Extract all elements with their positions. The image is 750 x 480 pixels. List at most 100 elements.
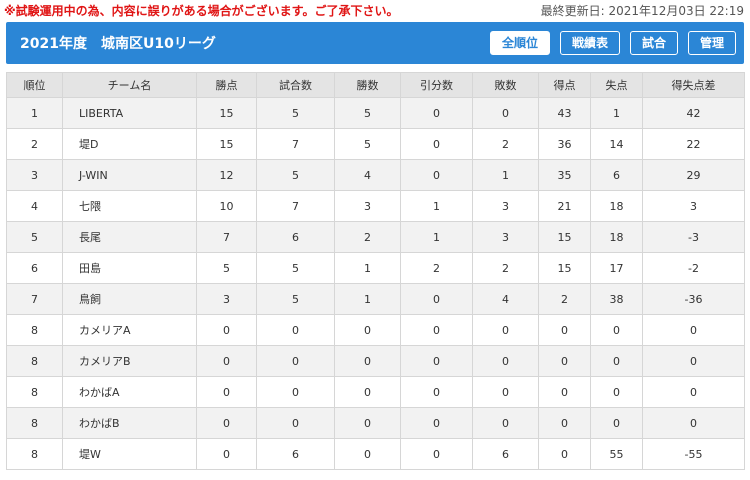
cell-goals-for: 0 xyxy=(538,345,591,377)
cell-goal-diff: 29 xyxy=(642,159,745,191)
cell-wins: 1 xyxy=(334,283,401,315)
table-row: 5 長尾 7 6 2 1 3 15 18 -3 xyxy=(6,221,745,253)
cell-points: 12 xyxy=(196,159,257,191)
table-row: 8 わかばA 0 0 0 0 0 0 0 0 xyxy=(6,376,745,408)
cell-wins: 1 xyxy=(334,252,401,284)
cell-points: 10 xyxy=(196,190,257,222)
cell-team: 鳥飼 xyxy=(62,283,197,315)
cell-points: 15 xyxy=(196,128,257,160)
last-updated: 最終更新日: 2021年12月03日 22:19 xyxy=(540,4,744,18)
cell-goals-against: 0 xyxy=(590,345,643,377)
cell-draws: 0 xyxy=(400,407,473,439)
cell-rank: 8 xyxy=(6,407,63,439)
cell-goal-diff: 22 xyxy=(642,128,745,160)
nav-buttons: 全順位 戦績表 試合 管理 xyxy=(489,31,736,55)
cell-losses: 4 xyxy=(472,283,539,315)
cell-wins: 3 xyxy=(334,190,401,222)
cell-goals-for: 0 xyxy=(538,438,591,470)
cell-rank: 1 xyxy=(6,97,63,129)
cell-played: 0 xyxy=(256,345,335,377)
cell-goal-diff: 0 xyxy=(642,407,745,439)
cell-draws: 0 xyxy=(400,128,473,160)
cell-played: 0 xyxy=(256,376,335,408)
cell-goal-diff: 0 xyxy=(642,376,745,408)
cell-points: 7 xyxy=(196,221,257,253)
cell-goal-diff: -2 xyxy=(642,252,745,284)
table-body: 1 LIBERTA 15 5 5 0 0 43 1 42 2 堤D 15 7 5 0 2 36 14 22 3 J-WIN… xyxy=(6,97,745,470)
cell-losses: 0 xyxy=(472,97,539,129)
table-header-row: 順位 チーム名 勝点 試合数 勝数 引分数 敗数 得点 失点 得失点差 xyxy=(6,72,745,98)
cell-goals-against: 17 xyxy=(590,252,643,284)
cell-points: 0 xyxy=(196,314,257,346)
cell-losses: 0 xyxy=(472,376,539,408)
cell-rank: 7 xyxy=(6,283,63,315)
table-row: 1 LIBERTA 15 5 5 0 0 43 1 42 xyxy=(6,97,745,129)
cell-goals-against: 1 xyxy=(590,97,643,129)
table-row: 2 堤D 15 7 5 0 2 36 14 22 xyxy=(6,128,745,160)
cell-goal-diff: 42 xyxy=(642,97,745,129)
cell-rank: 5 xyxy=(6,221,63,253)
column-header-points: 勝点 xyxy=(196,72,257,98)
cell-goals-against: 0 xyxy=(590,376,643,408)
nav-standings-button[interactable]: 全順位 xyxy=(489,31,550,55)
cell-draws: 0 xyxy=(400,376,473,408)
cell-goals-against: 0 xyxy=(590,407,643,439)
league-title: 2021年度 城南区U10リーグ xyxy=(20,36,216,52)
cell-goals-against: 18 xyxy=(590,190,643,222)
cell-team: カメリアB xyxy=(62,345,197,377)
table-row: 8 カメリアA 0 0 0 0 0 0 0 0 xyxy=(6,314,745,346)
cell-draws: 0 xyxy=(400,345,473,377)
cell-goals-against: 18 xyxy=(590,221,643,253)
nav-matches-button[interactable]: 試合 xyxy=(629,31,678,55)
cell-rank: 8 xyxy=(6,345,63,377)
cell-rank: 3 xyxy=(6,159,63,191)
nav-results-grid-button[interactable]: 戦績表 xyxy=(559,31,620,55)
cell-goals-for: 0 xyxy=(538,376,591,408)
cell-team: 七隈 xyxy=(62,190,197,222)
cell-team: 堤D xyxy=(62,128,197,160)
cell-goals-for: 2 xyxy=(538,283,591,315)
cell-played: 5 xyxy=(256,252,335,284)
cell-points: 0 xyxy=(196,376,257,408)
cell-draws: 2 xyxy=(400,252,473,284)
cell-goal-diff: 0 xyxy=(642,345,745,377)
cell-goals-for: 43 xyxy=(538,97,591,129)
cell-points: 5 xyxy=(196,252,257,284)
cell-goals-against: 55 xyxy=(590,438,643,470)
cell-draws: 0 xyxy=(400,159,473,191)
cell-played: 6 xyxy=(256,221,335,253)
table-row: 8 わかばB 0 0 0 0 0 0 0 0 xyxy=(6,407,745,439)
column-header-goals-against: 失点 xyxy=(590,72,643,98)
column-header-losses: 敗数 xyxy=(472,72,539,98)
cell-wins: 0 xyxy=(334,407,401,439)
table-row: 3 J-WIN 12 5 4 0 1 35 6 29 xyxy=(6,159,745,191)
cell-goals-against: 14 xyxy=(590,128,643,160)
cell-played: 7 xyxy=(256,190,335,222)
column-header-goals-for: 得点 xyxy=(538,72,591,98)
trial-notice: ※試験運用中の為、内容に誤りがある場合がございます。ご了承下さい。 xyxy=(4,4,399,18)
column-header-goal-diff: 得失点差 xyxy=(642,72,745,98)
cell-goals-for: 0 xyxy=(538,407,591,439)
cell-played: 6 xyxy=(256,438,335,470)
cell-played: 5 xyxy=(256,283,335,315)
cell-rank: 4 xyxy=(6,190,63,222)
standings-table: 順位 チーム名 勝点 試合数 勝数 引分数 敗数 得点 失点 得失点差 1 LIBERTA 15 5 5 0… xyxy=(6,72,745,470)
cell-rank: 8 xyxy=(6,438,63,470)
cell-team: 田島 xyxy=(62,252,197,284)
table-row: 7 鳥飼 3 5 1 0 4 2 38 -36 xyxy=(6,283,745,315)
cell-wins: 0 xyxy=(334,345,401,377)
cell-points: 0 xyxy=(196,438,257,470)
cell-wins: 0 xyxy=(334,376,401,408)
cell-goal-diff: -3 xyxy=(642,221,745,253)
cell-draws: 0 xyxy=(400,438,473,470)
cell-team: LIBERTA xyxy=(62,97,197,129)
cell-rank: 2 xyxy=(6,128,63,160)
cell-points: 15 xyxy=(196,97,257,129)
league-header: 2021年度 城南区U10リーグ 全順位 戦績表 試合 管理 xyxy=(6,22,744,64)
cell-losses: 3 xyxy=(472,221,539,253)
cell-played: 0 xyxy=(256,407,335,439)
table-row: 8 堤W 0 6 0 0 6 0 55 -55 xyxy=(6,438,745,470)
cell-goal-diff: 0 xyxy=(642,314,745,346)
nav-admin-button[interactable]: 管理 xyxy=(687,31,736,55)
cell-team: カメリアA xyxy=(62,314,197,346)
